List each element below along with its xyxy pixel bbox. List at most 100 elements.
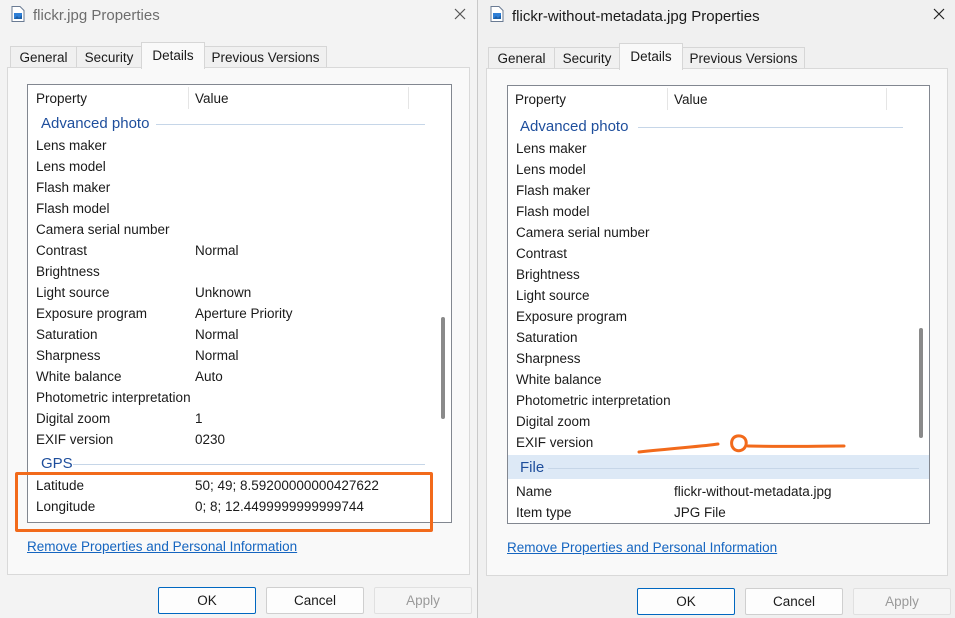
vertical-scrollbar[interactable] (913, 86, 929, 523)
tab-general[interactable]: General (10, 46, 77, 67)
group-label: GPS (41, 455, 73, 472)
left-properties-dialog: flickr.jpg Properties General Security D… (0, 0, 478, 618)
group-header-advanced-photo[interactable]: Advanced photo (508, 114, 913, 138)
remove-properties-link[interactable]: Remove Properties and Personal Informati… (27, 539, 297, 554)
property-name: Sharpness (516, 351, 581, 366)
property-row[interactable]: Exposure program Aperture Priority (28, 303, 435, 324)
property-name: Digital zoom (516, 414, 591, 429)
window-title: flickr.jpg Properties (33, 7, 160, 24)
column-divider[interactable] (188, 87, 189, 109)
property-row[interactable]: Contrast Normal (28, 240, 435, 261)
property-name: Photometric interpretation (36, 390, 191, 405)
property-row[interactable]: Lens model (28, 156, 435, 177)
scrollbar-thumb[interactable] (919, 328, 923, 438)
tab-security[interactable]: Security (554, 47, 620, 68)
property-row[interactable]: Camera serial number (28, 219, 435, 240)
property-name: White balance (516, 372, 602, 387)
scrollbar-thumb[interactable] (441, 317, 445, 419)
property-row[interactable]: Flash maker (508, 180, 913, 201)
property-row[interactable]: White balance (508, 369, 913, 390)
property-row[interactable]: Digital zoom 1 (28, 408, 435, 429)
column-divider[interactable] (667, 88, 668, 110)
list-header: Property Value (508, 86, 929, 112)
tab-details[interactable]: Details (619, 43, 683, 70)
property-name: Flash model (36, 201, 110, 216)
property-value: Normal (195, 348, 239, 363)
image-file-icon (490, 6, 504, 22)
file-property-row[interactable]: Item type JPG File (508, 502, 913, 523)
property-row[interactable]: Flash model (28, 198, 435, 219)
group-divider (638, 127, 903, 128)
property-row[interactable]: Light source Unknown (28, 282, 435, 303)
title-bar: flickr-without-metadata.jpg Properties (478, 0, 955, 31)
property-name: Contrast (516, 246, 568, 261)
file-property-row[interactable]: Name flickr-without-metadata.jpg (508, 481, 913, 502)
group-header-advanced-photo[interactable]: Advanced photo (28, 111, 435, 135)
column-header-property[interactable]: Property (515, 92, 566, 107)
property-name: Camera serial number (36, 222, 170, 237)
property-row[interactable]: Light source (508, 285, 913, 306)
column-header-property[interactable]: Property (36, 91, 87, 106)
group-label: File (520, 459, 545, 476)
ok-button[interactable]: OK (158, 587, 256, 614)
property-name: Saturation (36, 327, 98, 342)
property-row[interactable]: Lens maker (28, 135, 435, 156)
property-list[interactable]: Property Value Advanced photo Lens maker… (27, 84, 452, 523)
property-name: Lens model (36, 159, 106, 174)
property-row[interactable]: Saturation Normal (28, 324, 435, 345)
property-name: Flash maker (516, 183, 591, 198)
property-row[interactable]: Camera serial number (508, 222, 913, 243)
property-name: Lens model (516, 162, 586, 177)
tab-security[interactable]: Security (76, 46, 142, 67)
gps-highlight-annotation (15, 472, 433, 532)
group-divider (73, 464, 425, 465)
group-label: Advanced photo (520, 118, 629, 135)
property-name: Photometric interpretation (516, 393, 671, 408)
property-row[interactable]: Lens model (508, 159, 913, 180)
property-name: Saturation (516, 330, 578, 345)
property-value: Auto (195, 369, 223, 384)
property-value: Normal (195, 327, 239, 342)
cancel-button[interactable]: Cancel (266, 587, 364, 614)
ok-button[interactable]: OK (637, 588, 735, 615)
property-value: flickr-without-metadata.jpg (674, 484, 832, 499)
apply-button[interactable]: Apply (853, 588, 951, 615)
column-header-value[interactable]: Value (674, 92, 708, 107)
property-row[interactable]: Flash model (508, 201, 913, 222)
property-row[interactable]: Brightness (28, 261, 435, 282)
vertical-scrollbar[interactable] (435, 85, 451, 522)
close-icon[interactable] (452, 6, 468, 22)
property-row[interactable]: Flash maker (28, 177, 435, 198)
property-row[interactable]: EXIF version 0230 (28, 429, 435, 450)
close-icon[interactable] (931, 6, 947, 22)
property-value: 0230 (195, 432, 226, 447)
property-row[interactable]: Photometric interpretation (508, 390, 913, 411)
property-name: Item type (516, 505, 572, 520)
property-row[interactable]: Sharpness (508, 348, 913, 369)
property-row[interactable]: Sharpness Normal (28, 345, 435, 366)
property-row[interactable]: Lens maker (508, 138, 913, 159)
property-row[interactable]: Photometric interpretation (28, 387, 435, 408)
tab-details[interactable]: Details (141, 42, 205, 69)
column-divider[interactable] (408, 87, 409, 109)
apply-button[interactable]: Apply (374, 587, 472, 614)
tab-previous-versions[interactable]: Previous Versions (682, 47, 805, 68)
group-divider (548, 468, 919, 469)
property-row[interactable]: Brightness (508, 264, 913, 285)
property-row[interactable]: Saturation (508, 327, 913, 348)
column-divider[interactable] (886, 88, 887, 110)
property-name: Exposure program (516, 309, 628, 324)
property-name: Digital zoom (36, 411, 111, 426)
property-row[interactable]: Contrast (508, 243, 913, 264)
column-header-value[interactable]: Value (195, 91, 229, 106)
property-row[interactable]: Exposure program (508, 306, 913, 327)
tab-general[interactable]: General (488, 47, 555, 68)
cancel-button[interactable]: Cancel (745, 588, 843, 615)
property-name: Name (516, 484, 553, 499)
remove-properties-link[interactable]: Remove Properties and Personal Informati… (507, 540, 777, 555)
tab-previous-versions[interactable]: Previous Versions (204, 46, 327, 67)
property-row[interactable]: White balance Auto (28, 366, 435, 387)
property-name: Lens maker (36, 138, 107, 153)
empty-value-annotation (637, 434, 846, 454)
property-name: Sharpness (36, 348, 101, 363)
